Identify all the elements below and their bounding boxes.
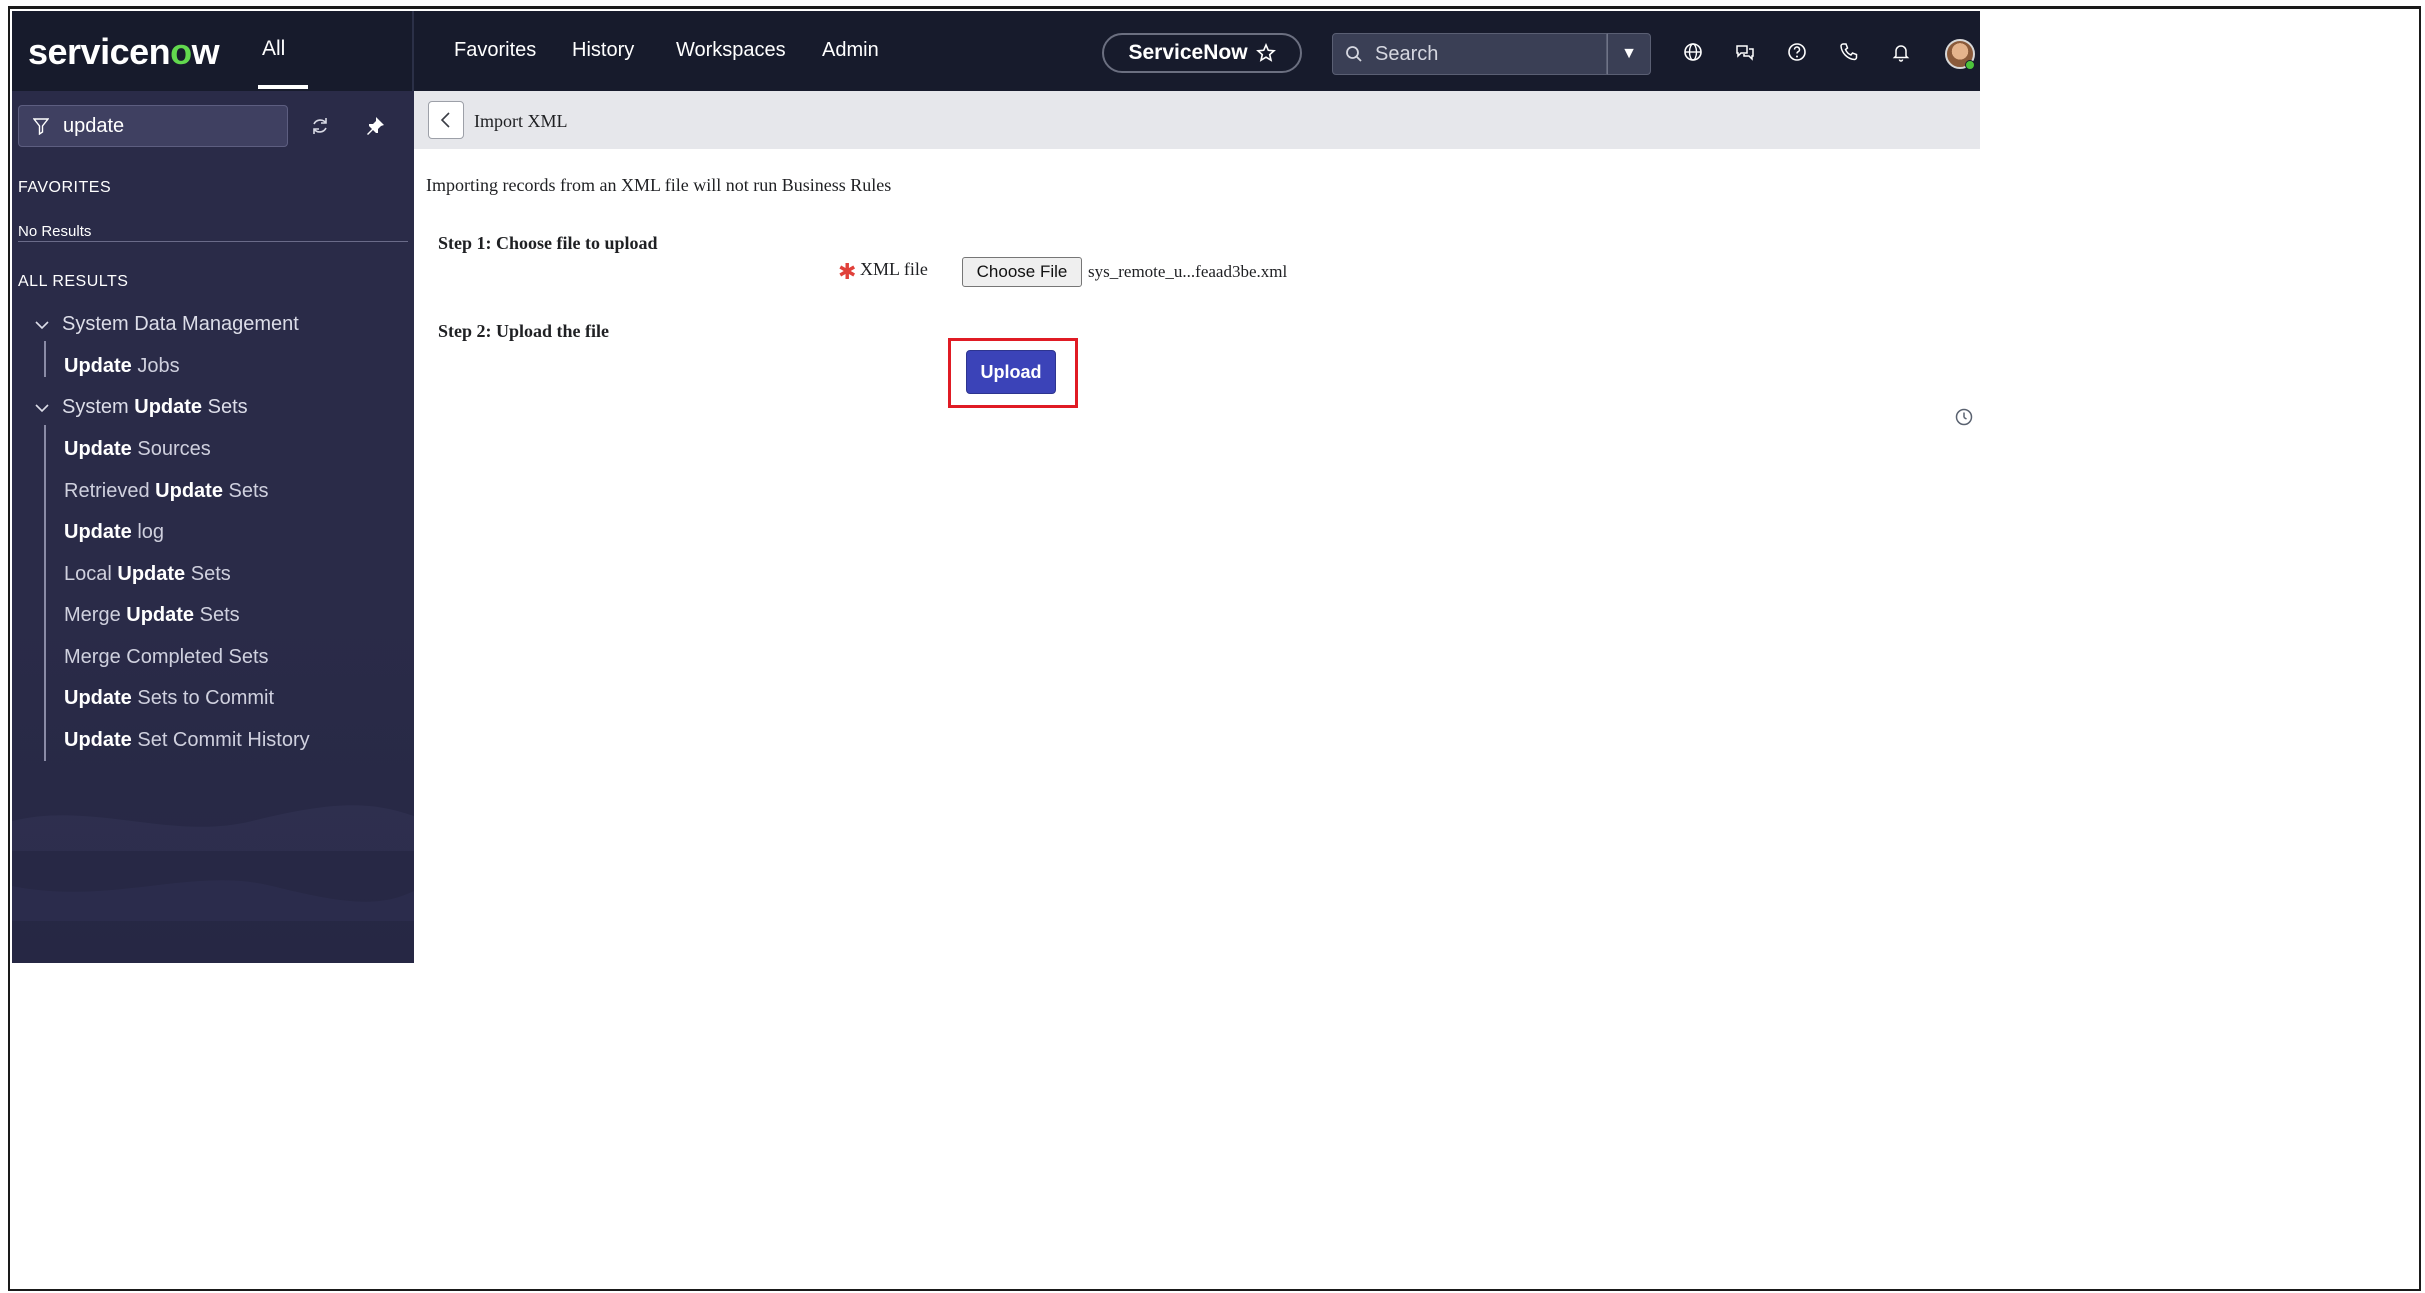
nav-divider <box>412 11 414 91</box>
sidebar-item-update-log[interactable]: Update log <box>64 521 164 544</box>
import-notice: Importing records from an XML file will … <box>426 175 892 195</box>
sidebar-item-update-sources[interactable]: Update Sources <box>64 438 211 461</box>
selected-file-name: sys_remote_u...feaad3be.xml <box>1088 262 1288 281</box>
main-content: Import XML Importing records from an XML… <box>414 91 1980 963</box>
item-text-match: Update <box>64 438 132 460</box>
page-title: Import XML <box>474 111 568 131</box>
instance-name: ServiceNow <box>1128 41 1248 64</box>
nav-history[interactable]: History <box>572 39 634 62</box>
item-text-post: Sets <box>194 604 240 626</box>
item-text-match: Update <box>126 604 195 626</box>
item-text-match: Update <box>64 687 132 709</box>
chevron-down-icon <box>35 403 49 412</box>
logo-text-b: w <box>191 31 220 72</box>
search-icon <box>1346 46 1362 62</box>
help-icon[interactable] <box>1786 41 1808 63</box>
sidebar-item-retrieved-update-sets[interactable]: Retrieved Update Sets <box>64 480 269 503</box>
item-text-post: Sets <box>185 563 231 585</box>
chevron-down-icon <box>35 320 49 329</box>
logo-text-a: servicen <box>28 31 171 72</box>
group-label: System Data Management <box>62 313 299 335</box>
sidebar-item-merge-update-sets[interactable]: Merge Update Sets <box>64 604 240 627</box>
upload-button[interactable]: Upload <box>966 350 1056 394</box>
item-text-post: Sets <box>222 480 269 502</box>
sidebar-item-update-jobs[interactable]: Update Jobs <box>64 355 180 378</box>
instance-name-pill[interactable]: ServiceNow <box>1102 33 1302 73</box>
decorative-wave <box>12 880 414 921</box>
step-1-heading: Step 1: Choose file to upload <box>438 233 658 253</box>
chat-icon[interactable] <box>1734 41 1756 63</box>
sidebar-item-local-update-sets[interactable]: Local Update Sets <box>64 563 231 586</box>
all-results-heading: ALL RESULTS <box>18 273 129 290</box>
item-text-match: Update <box>155 480 223 502</box>
item-text-post: log <box>131 521 165 543</box>
form-header: Import XML <box>414 91 1980 149</box>
group-system-data-management[interactable]: System Data Management <box>34 313 299 336</box>
nav-admin[interactable]: Admin <box>822 39 879 62</box>
search-scope-dropdown[interactable]: ▼ <box>1607 33 1651 75</box>
navigator-filter-input[interactable]: update <box>18 105 288 147</box>
servicenow-app: servicenow All Favorites History Workspa… <box>12 11 1980 963</box>
item-text-pre: Retrieved <box>64 480 156 502</box>
decorative-wave <box>12 805 414 851</box>
choose-file-button[interactable]: Choose File <box>962 257 1082 287</box>
item-text-match: Update <box>64 355 132 377</box>
group-label: System Update Sets <box>62 396 248 418</box>
item-text-pre: Merge <box>64 604 127 626</box>
nav-favorites[interactable]: Favorites <box>454 39 536 62</box>
chevron-left-icon <box>440 112 450 128</box>
sidebar-item-merge-completed-sets[interactable]: Merge Completed Sets <box>64 646 269 669</box>
tree-line <box>44 425 46 761</box>
sidebar-item-update-sets-to-commit[interactable]: Update Sets to Commit <box>64 687 274 710</box>
item-text-post: Sets to Commit <box>131 687 275 709</box>
all-menu-tab[interactable]: All <box>262 37 285 61</box>
pin-icon[interactable] <box>364 115 386 137</box>
refresh-icon[interactable] <box>309 115 331 137</box>
filter-icon <box>33 118 49 135</box>
item-text-pre: Local <box>64 563 118 585</box>
screenshot-frame: servicenow All Favorites History Workspa… <box>8 6 2421 1291</box>
caret-down-icon: ▼ <box>1621 45 1637 62</box>
response-time-icon[interactable] <box>1954 407 1974 427</box>
sidebar-divider <box>18 241 408 242</box>
item-text-post: Sources <box>131 438 211 460</box>
favorites-no-results: No Results <box>18 223 92 240</box>
step-2-heading: Step 2: Upload the file <box>438 321 609 341</box>
search-placeholder: Search <box>1375 42 1439 65</box>
star-icon[interactable] <box>1255 43 1276 63</box>
xml-file-label: XML file <box>860 259 928 279</box>
item-text-post: Jobs <box>131 355 180 377</box>
favorites-heading: FAVORITES <box>18 179 112 196</box>
required-indicator: ✱ <box>838 259 857 284</box>
top-navigation-bar: servicenow All Favorites History Workspa… <box>12 11 1980 91</box>
item-text-pre: Merge Completed Sets <box>64 646 269 668</box>
globe-icon[interactable] <box>1682 41 1704 63</box>
sidebar-item-update-set-commit-history[interactable]: Update Set Commit History <box>64 729 310 752</box>
phone-icon[interactable] <box>1838 41 1860 63</box>
navigator-sidebar: update FAVORITES No Results ALL RESULTS … <box>12 91 414 963</box>
logo-text-o: o <box>170 31 192 72</box>
global-search-input[interactable]: Search <box>1332 33 1607 75</box>
item-text-match: Update <box>117 563 186 585</box>
tree-line <box>44 341 46 377</box>
filter-value: update <box>63 114 125 137</box>
online-status-dot <box>1965 60 1975 70</box>
item-text-match: Update <box>64 521 132 543</box>
item-text-match: Update <box>64 729 132 751</box>
all-tab-underline <box>258 85 308 89</box>
nav-workspaces[interactable]: Workspaces <box>676 39 786 62</box>
bell-icon[interactable] <box>1890 41 1912 63</box>
servicenow-logo[interactable]: servicenow <box>28 31 220 73</box>
back-button[interactable] <box>428 101 464 139</box>
group-system-update-sets[interactable]: System Update Sets <box>34 396 248 419</box>
item-text-post: Set Commit History <box>131 729 310 751</box>
